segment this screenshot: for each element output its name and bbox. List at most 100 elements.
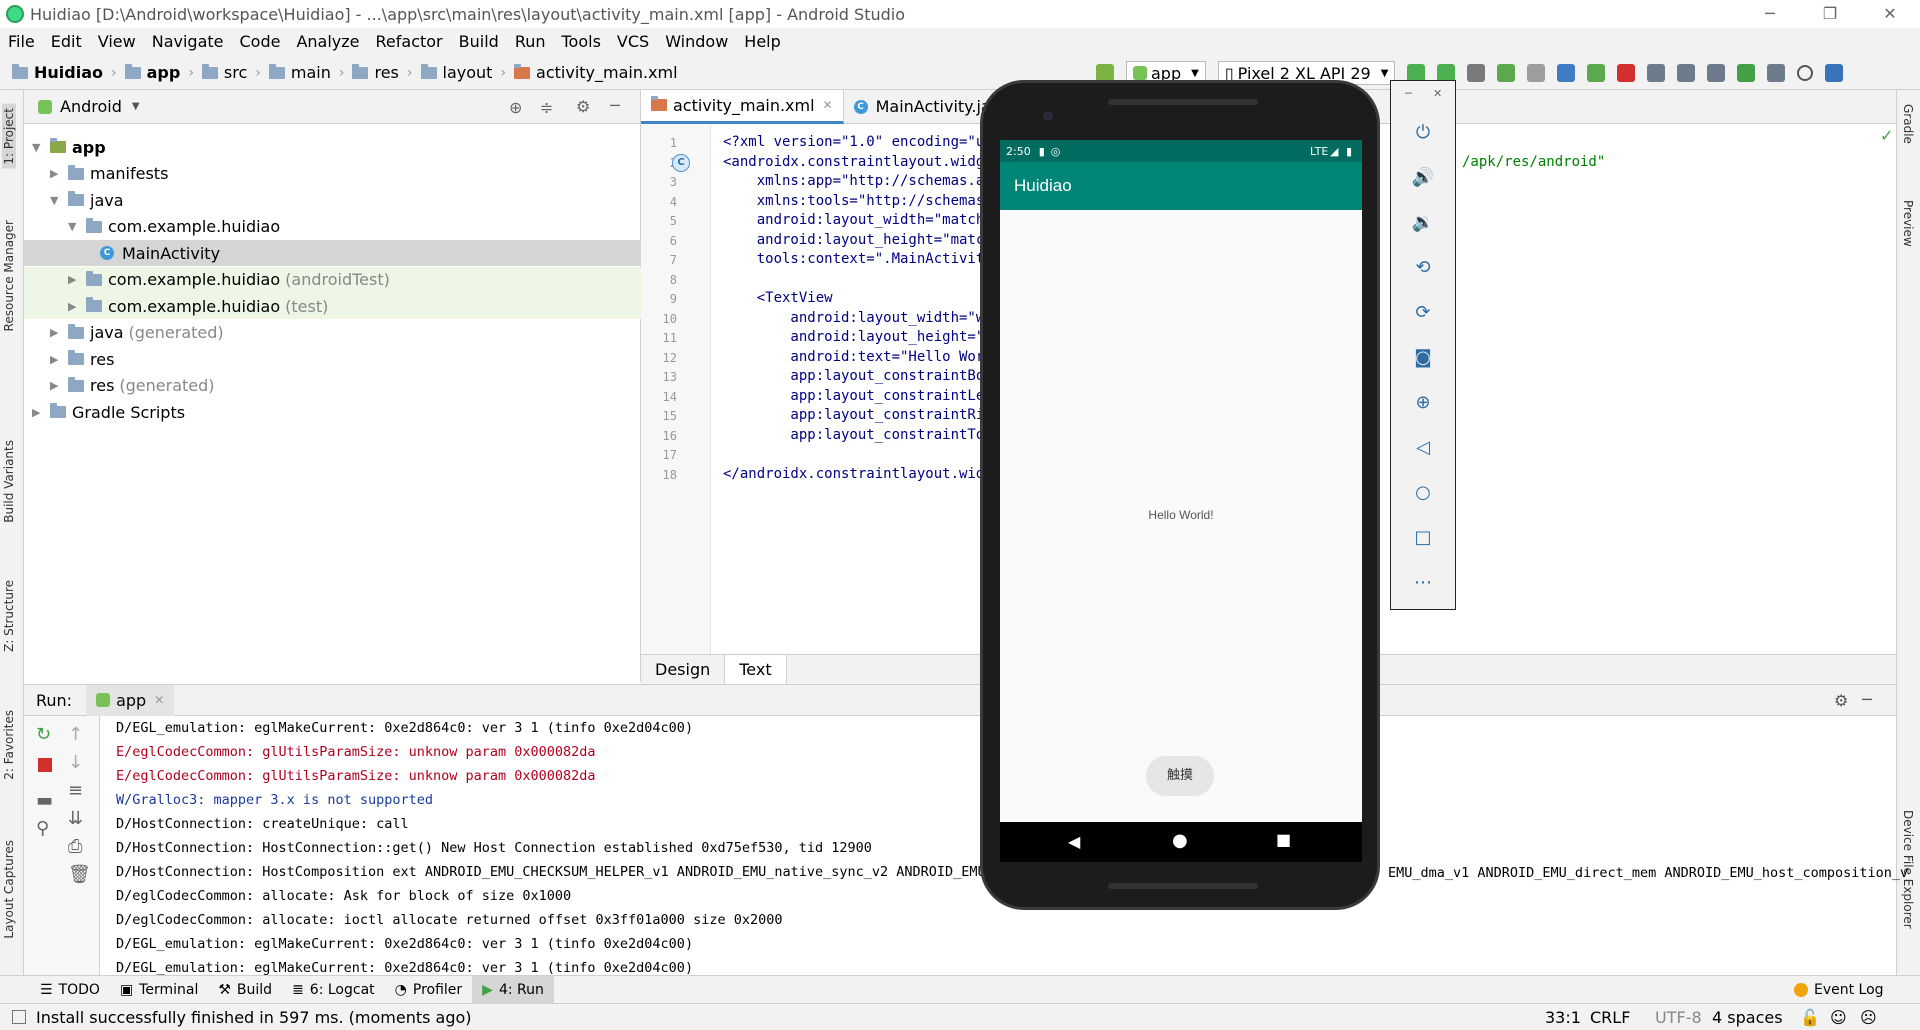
chevron-down-icon[interactable]: ▼: [68, 220, 82, 233]
toggle-tool-windows-icon[interactable]: [12, 1010, 26, 1024]
project-view-select[interactable]: Android: [60, 97, 122, 116]
sdk-manager-icon[interactable]: [1707, 64, 1726, 82]
breadcrumb-res[interactable]: res: [348, 63, 402, 82]
breadcrumb-layout[interactable]: layout: [417, 63, 497, 82]
rotate-right-icon[interactable]: ⟳: [1411, 301, 1435, 325]
menu-edit[interactable]: Edit: [43, 28, 90, 56]
class-link-icon[interactable]: C: [672, 154, 690, 172]
tool-logcat[interactable]: ≣ 6: Logcat: [282, 976, 385, 1004]
hide-panel-icon[interactable]: ─: [610, 96, 620, 115]
menu-analyze[interactable]: Analyze: [288, 28, 367, 56]
emulator-screen[interactable]: [1000, 140, 1362, 822]
tab-project[interactable]: 1: Project: [2, 104, 16, 169]
minimize-button[interactable]: ─: [1740, 0, 1800, 28]
tool-profiler[interactable]: ◔ Profiler: [385, 976, 473, 1004]
volume-up-icon[interactable]: 🔊: [1411, 166, 1435, 190]
sad-face-icon[interactable]: ☹: [1860, 1008, 1877, 1027]
tab-favorites[interactable]: 2: Favorites: [2, 710, 16, 780]
scroll-to-end-icon[interactable]: ⇊: [68, 808, 83, 829]
recents-icon[interactable]: ■: [1276, 830, 1291, 849]
assistant-icon[interactable]: [1825, 64, 1844, 82]
tree-item[interactable]: ▶ Gradle Scripts: [24, 399, 641, 425]
tab-preview[interactable]: Preview: [1901, 200, 1915, 247]
menu-file[interactable]: File: [0, 28, 43, 56]
menu-vcs[interactable]: VCS: [609, 28, 657, 56]
restore-layout-icon[interactable]: ▬: [36, 790, 53, 811]
tab-text[interactable]: Text: [725, 654, 787, 685]
chevron-down-icon[interactable]: ▼: [32, 141, 46, 154]
tree-item[interactable]: ▶ manifests: [24, 161, 641, 187]
tab-build-variants[interactable]: Build Variants: [2, 440, 16, 523]
profile-icon[interactable]: [1557, 64, 1576, 82]
tree-item[interactable]: ▶ com.example.huidiao (androidTest): [24, 266, 641, 293]
tool-terminal[interactable]: ▣ Terminal: [110, 976, 208, 1004]
tab-resource-manager[interactable]: Resource Manager: [2, 220, 16, 331]
coverage-icon[interactable]: [1527, 64, 1546, 82]
chevron-right-icon[interactable]: ▶: [50, 167, 64, 180]
chevron-down-icon[interactable]: ▼: [132, 101, 140, 112]
tab-design[interactable]: Design: [641, 654, 726, 685]
back-icon[interactable]: ◀: [1068, 832, 1080, 851]
back-icon[interactable]: ◁: [1411, 436, 1435, 460]
tree-item[interactable]: ▼ java: [24, 187, 641, 213]
chevron-right-icon[interactable]: ▶: [68, 300, 82, 313]
caret-position[interactable]: 33:1: [1545, 1008, 1581, 1027]
tab-gradle[interactable]: Gradle: [1901, 104, 1915, 144]
breadcrumb-module[interactable]: app: [121, 63, 185, 82]
tab-layout-captures[interactable]: Layout Captures: [2, 840, 16, 939]
menu-run[interactable]: Run: [507, 28, 554, 56]
chevron-right-icon[interactable]: ▶: [50, 326, 64, 339]
gear-icon[interactable]: ⚙: [1834, 691, 1848, 710]
touch-button[interactable]: 触摸: [1146, 756, 1214, 796]
list-icon[interactable]: [1467, 64, 1486, 82]
stop-icon[interactable]: [1617, 64, 1636, 82]
lock-icon[interactable]: 🔓: [1800, 1008, 1820, 1027]
chevron-right-icon[interactable]: ▶: [50, 353, 64, 366]
tree-item[interactable]: ▶ res (generated): [24, 373, 641, 399]
tree-item[interactable]: ▶ java (generated): [24, 320, 641, 346]
menu-refactor[interactable]: Refactor: [368, 28, 451, 56]
scroll-up-icon[interactable]: ↑: [68, 724, 83, 745]
menu-window[interactable]: Window: [657, 28, 736, 56]
stop-icon[interactable]: [38, 758, 52, 772]
breadcrumb-src[interactable]: src: [198, 63, 251, 82]
chevron-down-icon[interactable]: ▼: [50, 194, 64, 207]
locate-icon[interactable]: ⊕: [509, 98, 522, 117]
menu-view[interactable]: View: [90, 28, 144, 56]
close-emulator-icon[interactable]: ✕: [1433, 87, 1442, 100]
project-structure-icon[interactable]: [1767, 64, 1786, 82]
happy-face-icon[interactable]: ☺: [1830, 1008, 1847, 1027]
breadcrumb-main[interactable]: main: [265, 63, 335, 82]
tree-item[interactable]: ▼ com.example.huidiao: [24, 214, 641, 240]
zoom-icon[interactable]: ⊕: [1411, 391, 1435, 415]
avd-manager-icon[interactable]: [1677, 64, 1696, 82]
menu-navigate[interactable]: Navigate: [144, 28, 232, 56]
pin-icon[interactable]: ⚲: [36, 818, 49, 839]
file-encoding[interactable]: UTF-8: [1655, 1008, 1702, 1027]
close-window-button[interactable]: ✕: [1860, 0, 1920, 28]
menu-tools[interactable]: Tools: [554, 28, 609, 56]
print-icon[interactable]: ⎙: [68, 836, 82, 857]
breadcrumb-file[interactable]: activity_main.xml: [510, 63, 682, 82]
tree-item[interactable]: ▼ app: [24, 134, 641, 160]
sync-project-icon[interactable]: [1647, 64, 1666, 82]
run-tab-app[interactable]: app ✕: [86, 684, 175, 716]
rerun-icon[interactable]: ↻: [36, 724, 51, 745]
breadcrumb-project[interactable]: Huidiao: [8, 63, 107, 82]
tab-structure[interactable]: Z: Structure: [2, 580, 16, 652]
menu-help[interactable]: Help: [736, 28, 788, 56]
soft-wrap-icon[interactable]: ≡: [68, 780, 83, 801]
chevron-right-icon[interactable]: ▶: [32, 406, 46, 419]
tree-item[interactable]: ▶ res: [24, 346, 641, 372]
power-icon[interactable]: ⏻: [1411, 121, 1435, 145]
minimize-emulator-icon[interactable]: ─: [1405, 87, 1412, 100]
chevron-right-icon[interactable]: ▶: [50, 379, 64, 392]
camera-icon[interactable]: ◙: [1411, 346, 1435, 370]
rotate-left-icon[interactable]: ⟲: [1411, 256, 1435, 280]
menu-build[interactable]: Build: [451, 28, 507, 56]
device-manager-icon[interactable]: [1737, 64, 1756, 82]
home-icon[interactable]: ●: [1172, 830, 1188, 851]
scroll-down-icon[interactable]: ↓: [68, 752, 83, 773]
tool-event-log[interactable]: Event Log: [1784, 976, 1894, 1004]
overview-icon[interactable]: □: [1411, 526, 1435, 550]
